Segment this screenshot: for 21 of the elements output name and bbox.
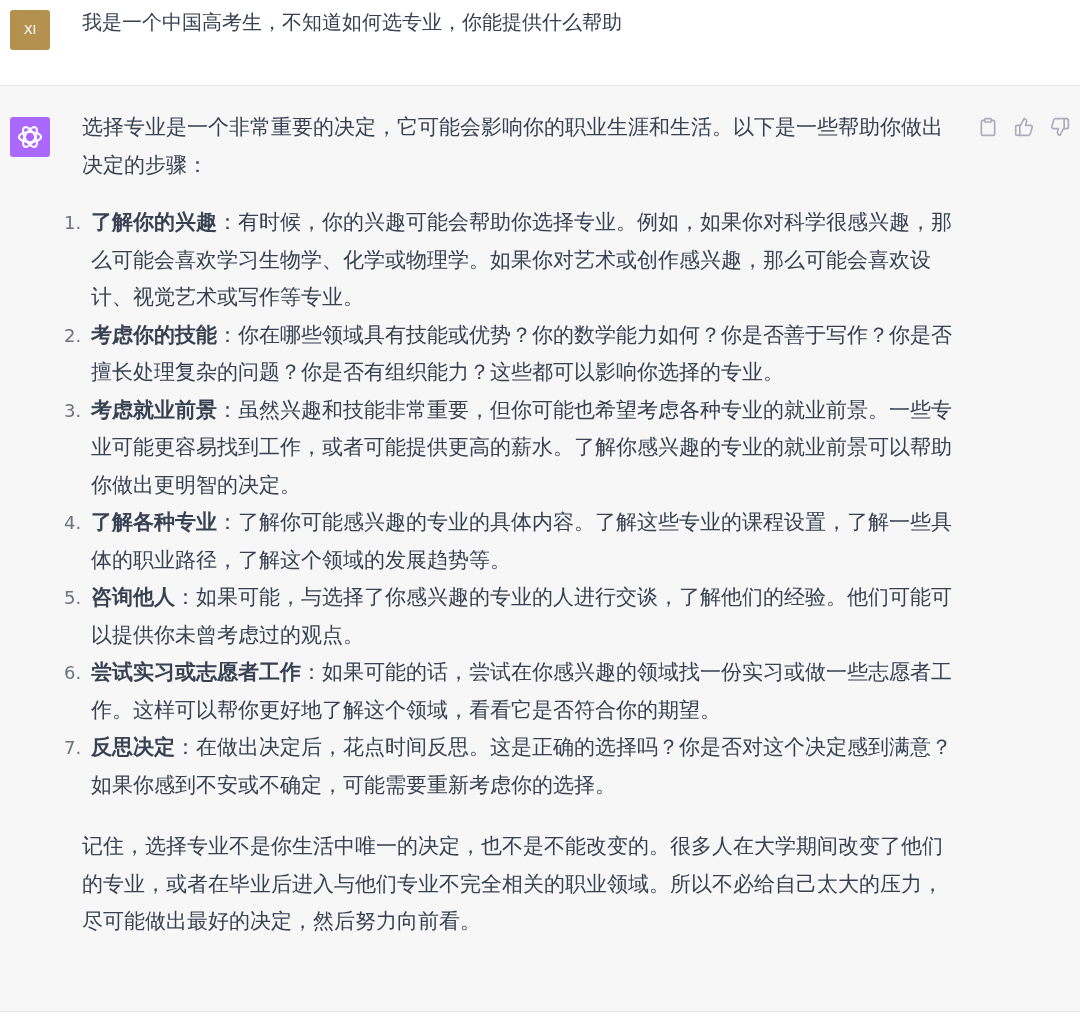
- thumbs-up-icon[interactable]: [1014, 117, 1034, 137]
- step-number: 7.: [64, 736, 83, 760]
- step-text: 咨询他人：如果可能，与选择了你感兴趣的专业的人进行交谈，了解他们的经验。他们可能可以提供你未曾考虑过的观点。: [91, 584, 953, 649]
- step-text: 了解你的兴趣：有时候，你的兴趣可能会帮助你选择专业。例如，如果你对科学很感兴趣，那么可能会喜欢学习生物学、化学或物理学。如果你对艺术或创作感兴趣，那么可能会喜欢设计、视觉艺术或写作等专业。: [91, 209, 953, 311]
- step-text: 考虑你的技能：你在哪些领域具有技能或优势？你的数学能力如何？你是否善于写作？你是否擅长处理复杂的问题？你是否有组织能力？这些都可以影响你选择的专业。: [91, 321, 953, 386]
- user-avatar: XI: [10, 10, 50, 50]
- step-number: 6.: [64, 661, 83, 685]
- copy-icon[interactable]: [978, 117, 998, 137]
- step-number: 2.: [64, 323, 83, 348]
- step-text: 了解各种专业：了解你可能感兴趣的专业的具体内容。了解这些专业的课程设置，了解一些具体的职业路径，了解这个领域的发展趋势等。: [91, 509, 953, 574]
- user-message: 我是一个中国高考生，不知道如何选专业，你能提供什么帮助: [82, 10, 622, 34]
- step-number: 1.: [64, 211, 83, 235]
- step-number: 5.: [64, 586, 83, 610]
- step-text: 考虑就业前景：虽然兴趣和技能非常重要，但你可能也希望考虑各种专业的就业前景。一些专业可能更容易找到工作，或者可能提供更高的薪水。了解你感兴趣的专业的就业前景可以帮助你做出更明智的决定。: [91, 396, 953, 499]
- step-number: 4.: [64, 511, 83, 535]
- step-text: 反思决定：在做出决定后，花点时间反思。这是正确的选择吗？你是否对这个决定感到满意？如果你感到不安或不确定，可能需要重新考虑你的选择。: [91, 734, 953, 799]
- step-number: 3.: [64, 398, 83, 423]
- step-text: 尝试实习或志愿者工作：如果可能的话，尝试在你感兴趣的领域找一份实习或做一些志愿者工作。这样可以帮你更好地了解这个领域，看看它是否符合你的期望。: [91, 659, 953, 724]
- thumbs-down-icon[interactable]: [1050, 117, 1070, 137]
- answer-closing: 记住，选择专业不是你生活中唯一的决定，也不是不能改变的。很多人在大学期间改变了他们的专业，或者在毕业后进入与他们专业不完全相关的职业领域。所以不必给自己太大的压力，尽可能做出最好的决定，然后努力向前看。: [82, 833, 944, 935]
- answer-intro: 选择专业是一个非常重要的决定，它可能会影响你的职业生涯和生活。以下是一些帮助你做出决定的步骤：: [82, 114, 944, 179]
